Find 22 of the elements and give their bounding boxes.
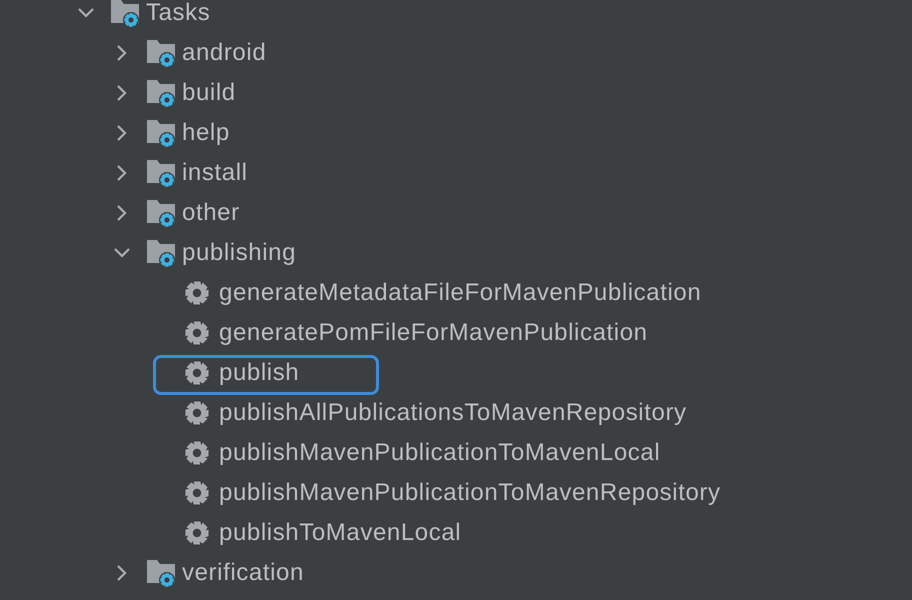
folder-label[interactable]: install [182, 155, 248, 191]
gear-icon [184, 480, 210, 506]
folder-label[interactable]: android [182, 35, 266, 71]
folder-label[interactable]: help [182, 115, 230, 151]
gear-icon [184, 520, 210, 546]
folder-label[interactable]: verification [182, 555, 304, 591]
folder-label[interactable]: other [182, 195, 240, 231]
gear-icon [184, 320, 210, 346]
gear-icon [184, 440, 210, 466]
task-label[interactable]: publish [219, 355, 300, 391]
task-label[interactable]: generateMetadataFileForMavenPublication [219, 275, 702, 311]
task-label[interactable]: publishMavenPublicationToMavenRepository [219, 475, 721, 511]
gear-icon [184, 280, 210, 306]
gear-icon [184, 360, 210, 386]
folder-label[interactable]: Tasks [146, 0, 210, 31]
folder-label[interactable]: build [182, 75, 236, 111]
task-label[interactable]: generatePomFileForMavenPublication [219, 315, 648, 351]
folder-label[interactable]: publishing [182, 235, 296, 271]
gear-icon [184, 400, 210, 426]
task-label[interactable]: publishAllPublicationsToMavenRepository [219, 395, 687, 431]
task-label[interactable]: publishMavenPublicationToMavenLocal [219, 435, 660, 471]
task-label[interactable]: publishToMavenLocal [219, 515, 462, 551]
